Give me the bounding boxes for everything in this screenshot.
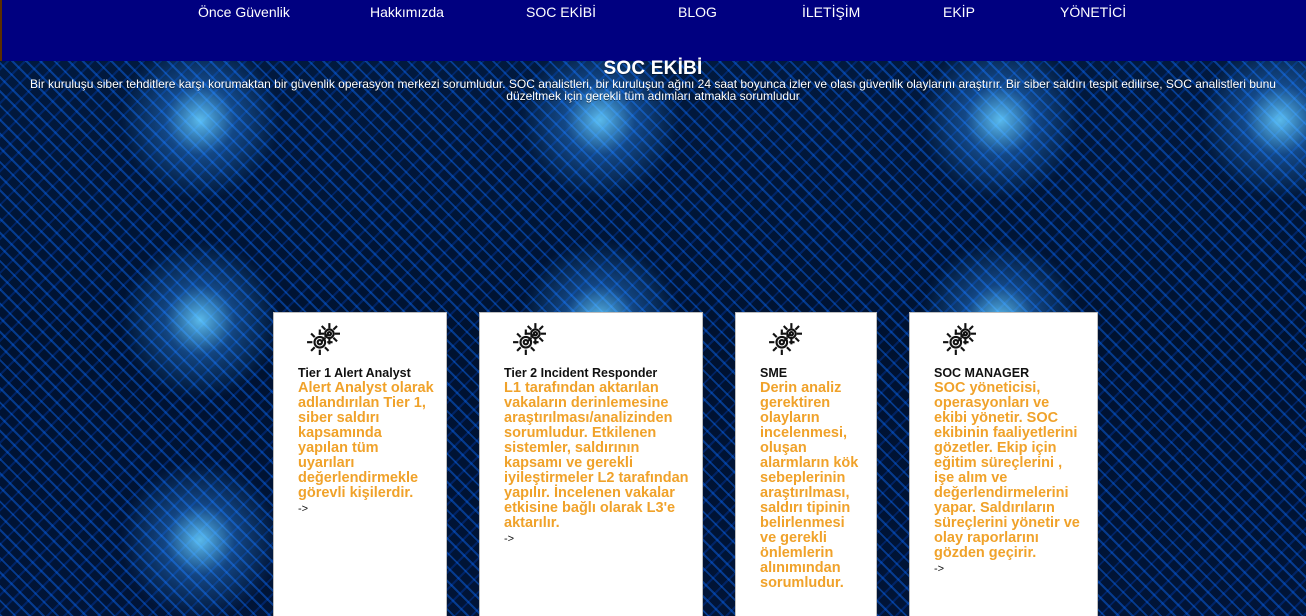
role-more-arrow[interactable]: -> (934, 563, 1085, 575)
role-card-content: Tier 1 Alert Analyst Alert Analyst olara… (298, 322, 434, 616)
role-card-tier2: Tier 2 Incident Responder L1 tarafından … (479, 312, 703, 616)
role-card-soc-manager: SOC MANAGER SOC yöneticisi, operasyonlar… (909, 312, 1098, 616)
role-title: Tier 1 Alert Analyst (298, 366, 411, 380)
role-more-arrow[interactable]: -> (504, 533, 690, 545)
nav-item-soc-team[interactable]: SOC EKİBİ (526, 4, 596, 20)
gears-icon (943, 323, 976, 355)
role-description: L1 tarafından aktarılan vakaların derinl… (504, 380, 689, 531)
gears-icon (513, 323, 546, 355)
page: Önce Güvenlik Hakkımızda SOC EKİBİ BLOG … (0, 0, 1306, 616)
nav-item-home[interactable]: Önce Güvenlik (198, 4, 290, 20)
role-card-sme: SME Derin analiz gerektiren olayların in… (735, 312, 877, 616)
role-description: Derin analiz gerektiren olayların incele… (760, 380, 859, 591)
role-description: SOC yöneticisi, operasyonları ve ekibi y… (934, 380, 1080, 561)
nav-item-admin[interactable]: YÖNETİCİ (1060, 4, 1126, 20)
nav-item-blog[interactable]: BLOG (678, 4, 717, 20)
gears-icon (307, 323, 340, 355)
role-card-tier1: Tier 1 Alert Analyst Alert Analyst olara… (273, 312, 447, 616)
role-description: Alert Analyst olarak adlandırılan Tier 1… (298, 380, 434, 501)
nav-item-about[interactable]: Hakkımızda (370, 4, 444, 20)
role-card-content: SME Derin analiz gerektiren olayların in… (760, 322, 864, 616)
role-card-content: SOC MANAGER SOC yöneticisi, operasyonlar… (934, 322, 1085, 616)
role-card-content: Tier 2 Incident Responder L1 tarafından … (504, 322, 690, 616)
role-title: SME (760, 366, 788, 380)
top-navigation-bar: Önce Güvenlik Hakkımızda SOC EKİBİ BLOG … (0, 0, 1306, 61)
role-title: Tier 2 Incident Responder (504, 366, 658, 380)
nav-item-contact[interactable]: İLETİŞİM (802, 4, 860, 20)
page-description: Bir kuruluşu siber tehditlere karşı koru… (30, 77, 1276, 103)
nav-menu: Önce Güvenlik Hakkımızda SOC EKİBİ BLOG … (2, 0, 1306, 30)
role-title: SOC MANAGER (934, 366, 1030, 380)
nav-item-team[interactable]: EKİP (943, 4, 975, 20)
gears-icon (769, 323, 802, 355)
role-more-arrow[interactable]: -> (298, 503, 434, 515)
